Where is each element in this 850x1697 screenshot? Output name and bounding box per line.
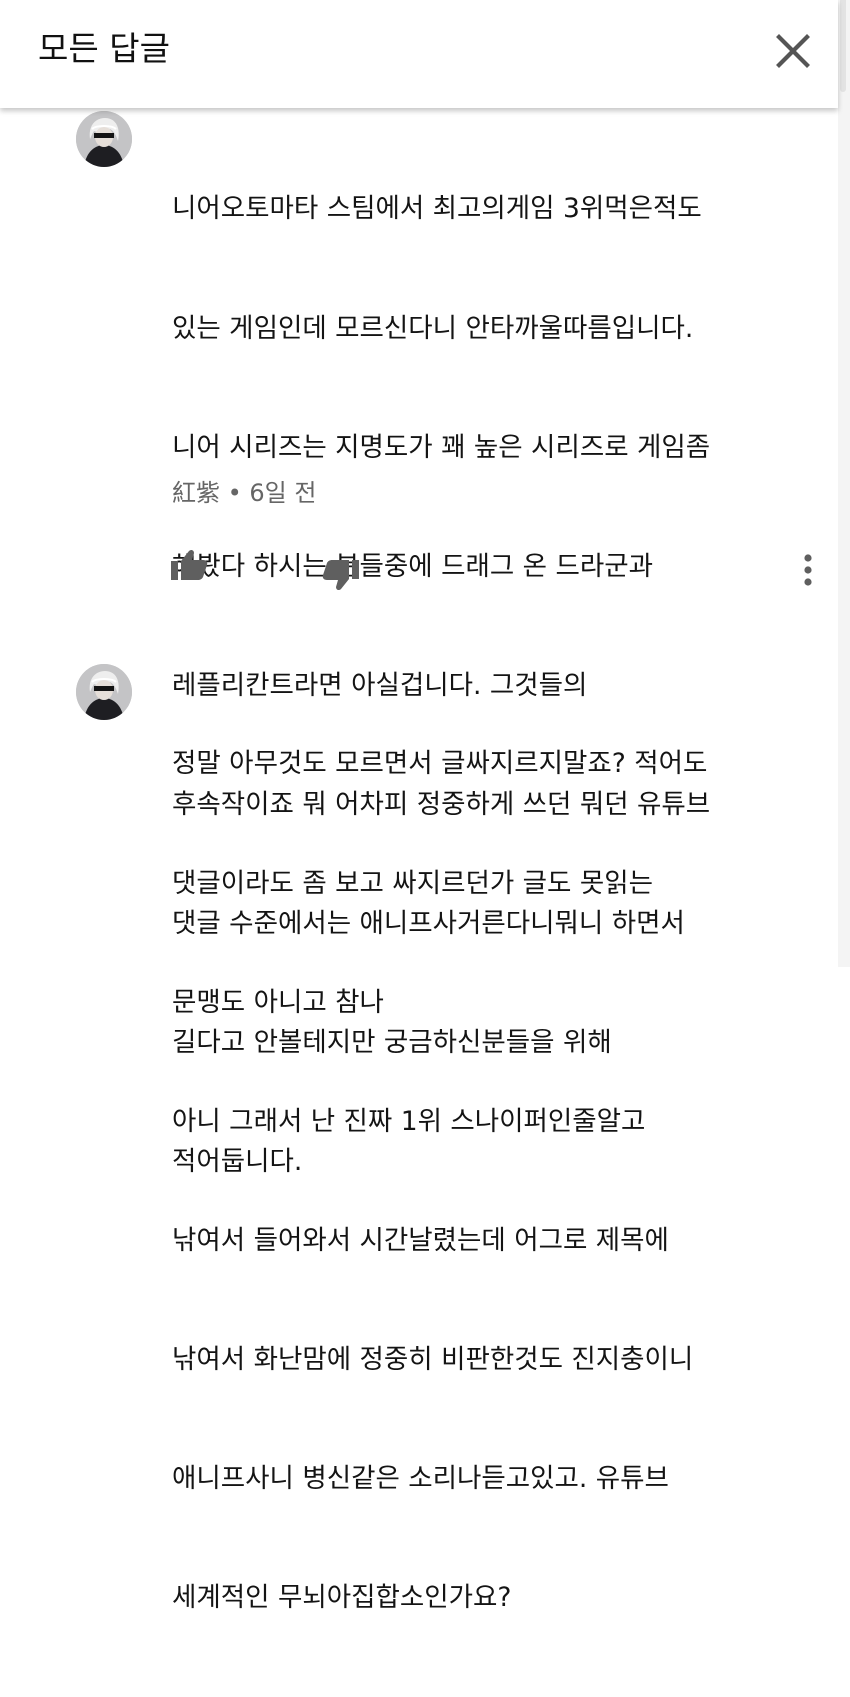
dislike-button[interactable] (320, 556, 364, 596)
close-icon (776, 34, 810, 68)
comment-2: 정말 아무것도 모르면서 글싸지르지말죠? 적어도 댓글이라도 좀 보고 싸지르… (0, 620, 838, 1613)
replies-header: 모든 답글 (0, 0, 838, 108)
comment-line: 있는 게임인데 모르신다니 안타까울따름입니다. (172, 312, 694, 344)
comment-meta: 紅紫 • 6일 전 (172, 479, 317, 507)
thumbs-down-icon (322, 560, 359, 591)
comment-line: 낚여서 들어와서 시간날렸는데 어그로 제목에 (172, 1224, 669, 1256)
user-avatar[interactable] (76, 111, 132, 167)
comment-line: 낚여서 화난맘에 정중히 비판한것도 진지충이니 (172, 1343, 694, 1375)
avatar-image (76, 664, 132, 720)
more-vert-icon (804, 554, 812, 586)
close-button[interactable] (770, 28, 816, 74)
like-button[interactable] (168, 546, 212, 586)
comment-line: 세계적인 무뇌아집합소인가요? (172, 1582, 512, 1614)
page-title: 모든 답글 (38, 29, 170, 68)
comment-line: 댓글이라도 좀 보고 싸지르던가 글도 못읽는 (172, 867, 653, 899)
more-options-button[interactable] (796, 550, 820, 590)
scroll-edge (838, 0, 850, 967)
comment-line: 정말 아무것도 모르면서 글싸지르지말죠? 적어도 (172, 748, 708, 780)
user-avatar[interactable] (76, 664, 132, 720)
comment-line: 니어 시리즈는 지명도가 꽤 높은 시리즈로 게임좀 (172, 431, 711, 463)
scroll-edge-tick (840, 0, 846, 92)
comment-line: 애니프사니 병신같은 소리나듣고있고. 유튜브 (172, 1463, 669, 1495)
comment-line: 해봤다 하시는 분들중에 드래그 온 드라군과 (172, 550, 653, 582)
thumbs-up-icon (171, 549, 208, 580)
comment-line: 아니 그래서 난 진짜 1위 스나이퍼인줄알고 (172, 1105, 646, 1137)
comment-line: 문맹도 아니고 참나 (172, 986, 384, 1018)
comment-line: 니어오토마타 스팀에서 최고의게임 3위먹은적도 (172, 193, 702, 225)
comment-text: 정말 아무것도 모르면서 글싸지르지말죠? 적어도 댓글이라도 좀 보고 싸지르… (172, 665, 812, 1697)
avatar-image (76, 111, 132, 167)
